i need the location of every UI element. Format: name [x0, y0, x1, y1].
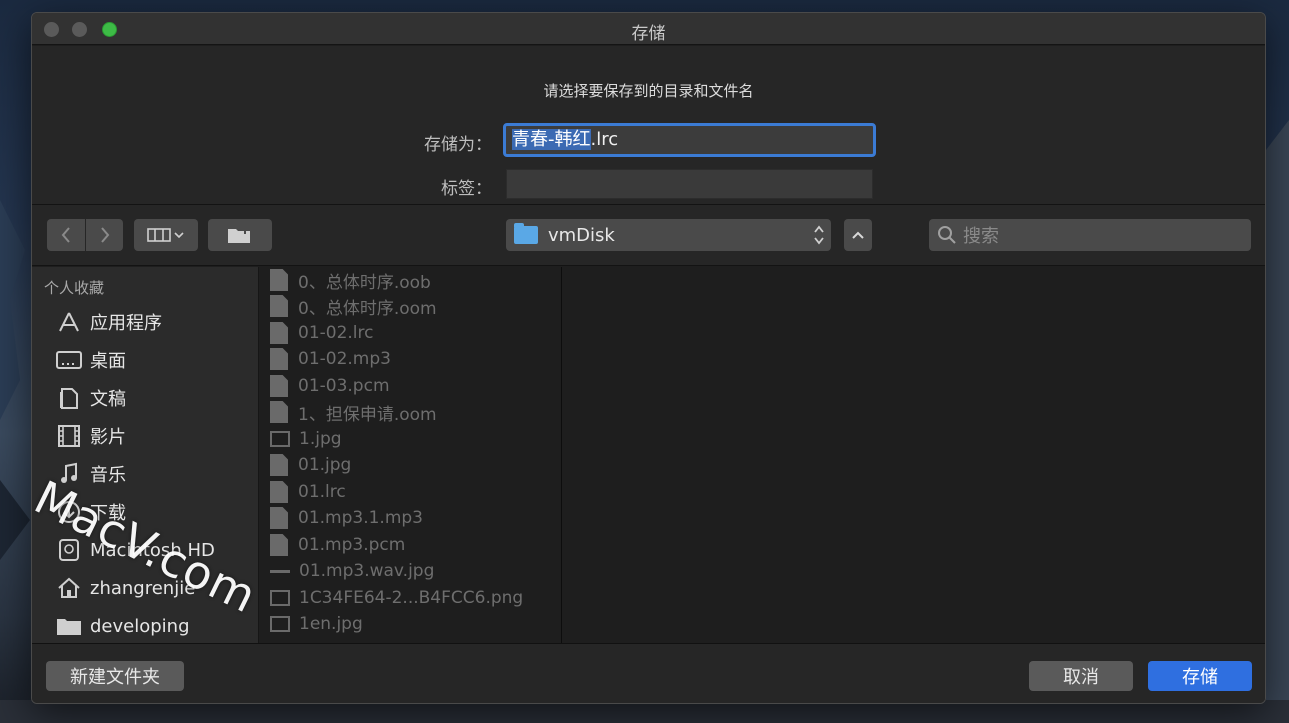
sidebar-item-label: 文稿	[90, 389, 126, 410]
file-item[interactable]: 01.jpg	[270, 452, 351, 478]
document-icon	[270, 375, 288, 397]
document-icon	[270, 295, 288, 317]
file-name: 01.mp3.pcm	[298, 535, 406, 555]
sidebar-item-label: 桌面	[90, 351, 126, 372]
save-form: 请选择要保存到的目录和文件名 存储为： 青春-韩红.lrc 标签：	[32, 46, 1265, 204]
file-name: 1en.jpg	[299, 614, 363, 634]
expand-collapse-button[interactable]	[844, 219, 872, 251]
document-icon	[270, 269, 288, 291]
sidebar-item-label: developing	[90, 615, 190, 637]
file-item[interactable]: 1、担保申请.oom	[270, 399, 437, 425]
file-name: 01-03.pcm	[298, 376, 390, 396]
back-button[interactable]	[47, 219, 85, 251]
new-folder-button[interactable]: 新建文件夹	[46, 661, 184, 691]
desktop-icon	[56, 348, 82, 372]
file-name: 1、担保申请.oom	[298, 404, 437, 425]
file-name: 01.lrc	[298, 482, 346, 502]
browser-toolbar: vmDisk 搜索	[32, 204, 1265, 266]
file-name: 1.jpg	[299, 429, 342, 449]
file-item[interactable]: 01.mp3.pcm	[270, 532, 405, 558]
new-folder-icon	[228, 226, 250, 243]
save-as-label: 存储为：	[424, 135, 492, 155]
view-mode-button[interactable]	[134, 219, 198, 251]
file-name: 0、总体时序.oob	[298, 272, 431, 293]
chevron-up-icon	[852, 231, 864, 239]
dialog-footer: 新建文件夹 取消 存储	[32, 643, 1265, 703]
sidebar-item-developing[interactable]: developing	[56, 611, 190, 641]
file-item[interactable]: 0、总体时序.oob	[270, 267, 431, 293]
new-folder-toolbar-button[interactable]	[208, 219, 272, 251]
document-icon	[270, 401, 288, 423]
title-bar: 存储	[32, 13, 1265, 45]
file-item[interactable]: 01-02.mp3	[270, 346, 391, 372]
home-icon	[56, 576, 82, 600]
image-file-icon	[270, 454, 288, 476]
file-name: 01.jpg	[298, 455, 352, 475]
chevron-right-icon	[100, 227, 109, 243]
forward-button[interactable]	[86, 219, 123, 251]
audio-file-icon	[270, 348, 288, 370]
sidebar-item-label: 影片	[90, 427, 126, 448]
save-button[interactable]: 存储	[1148, 661, 1252, 691]
sidebar-item-desktop[interactable]: 桌面	[56, 345, 126, 375]
image-file-icon	[270, 616, 290, 632]
updown-chevron-icon	[813, 223, 825, 249]
document-icon	[270, 322, 288, 344]
sidebar-item-label: 应用程序	[90, 313, 162, 334]
sidebar-item-movies[interactable]: 影片	[56, 421, 126, 451]
documents-icon	[56, 386, 82, 410]
window-title: 存储	[631, 24, 666, 44]
sidebar-heading: 个人收藏	[44, 279, 105, 297]
file-item[interactable]: 1.jpg	[270, 426, 342, 452]
filename-extension: .lrc	[590, 129, 619, 150]
dialog-prompt: 请选择要保存到的目录和文件名	[543, 82, 754, 100]
audio-file-icon	[270, 507, 288, 529]
image-file-icon	[270, 431, 290, 447]
file-name: 01-02.mp3	[298, 349, 391, 369]
folder-icon	[514, 223, 538, 244]
file-item[interactable]: 1en.jpg	[270, 611, 363, 637]
sidebar-item-documents[interactable]: 文稿	[56, 383, 126, 413]
tags-label: 标签：	[441, 179, 492, 199]
preview-pane	[563, 267, 1265, 643]
cancel-button[interactable]: 取消	[1029, 661, 1133, 691]
image-file-icon	[270, 590, 290, 606]
filename-selection: 青春-韩红	[512, 129, 591, 150]
file-item[interactable]: 01.lrc	[270, 479, 346, 505]
file-name: 01-02.lrc	[298, 323, 374, 343]
folder-icon	[56, 614, 82, 638]
file-item[interactable]: 01.mp3.wav.jpg	[270, 558, 434, 584]
tags-input[interactable]	[506, 169, 873, 199]
document-icon	[270, 481, 288, 503]
file-name: 01.mp3.wav.jpg	[299, 561, 435, 581]
location-label: vmDisk	[548, 224, 615, 246]
file-name: 01.mp3.1.mp3	[298, 508, 423, 528]
columns-view-icon	[147, 228, 184, 242]
applications-icon	[56, 310, 82, 334]
file-item[interactable]: 0、总体时序.oom	[270, 293, 437, 319]
sidebar-item-applications[interactable]: 应用程序	[56, 307, 162, 337]
file-item[interactable]: 01-03.pcm	[270, 373, 390, 399]
file-name: 0、总体时序.oom	[298, 298, 437, 319]
filename-input[interactable]: 青春-韩红.lrc	[503, 123, 876, 157]
search-placeholder: 搜索	[963, 226, 999, 247]
file-item[interactable]: 1C34FE64-2...B4FCC6.png	[270, 585, 523, 611]
search-input[interactable]: 搜索	[929, 219, 1251, 251]
sidebar-item-label: 音乐	[90, 465, 126, 486]
location-dropdown[interactable]: vmDisk	[506, 219, 831, 251]
search-icon	[938, 226, 956, 244]
movies-icon	[56, 424, 82, 448]
file-item[interactable]: 01.mp3.1.mp3	[270, 505, 423, 531]
file-item[interactable]: 01-02.lrc	[270, 320, 374, 346]
file-list[interactable]: 0、总体时序.oob 0、总体时序.oom 01-02.lrc 01-02.mp…	[260, 267, 562, 643]
image-file-icon	[270, 569, 290, 573]
file-name: 1C34FE64-2...B4FCC6.png	[299, 588, 524, 608]
chevron-left-icon	[61, 227, 70, 243]
document-icon	[270, 534, 288, 556]
